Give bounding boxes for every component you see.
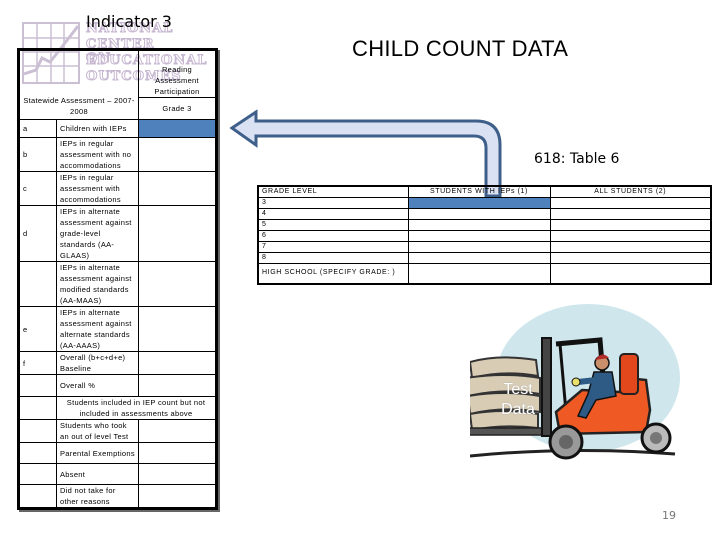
row-label: IEPs in regular assessment with accommod…	[56, 171, 139, 206]
row-letter	[18, 463, 57, 485]
row-value-cell[interactable]	[138, 442, 217, 464]
row-letter	[18, 419, 57, 443]
grade-cell: 7	[257, 241, 409, 253]
table-row: a Children with IEPs	[18, 119, 217, 138]
header-grade-level: GRADE LEVEL	[257, 185, 409, 198]
all-count-cell[interactable]	[549, 208, 712, 220]
row-letter: e	[18, 306, 57, 352]
indicator-title: Indicator 3	[86, 12, 172, 31]
grade-cell: 8	[257, 252, 409, 264]
row-value-cell[interactable]	[138, 137, 217, 172]
row-value-cell[interactable]	[138, 205, 217, 262]
grade-cell: 4	[257, 208, 409, 220]
table-row: d IEPs in alternate assessment against g…	[18, 205, 217, 262]
table-row: f Overall (b+c+d+e) Baseline	[18, 351, 217, 375]
table-row: b IEPs in regular assessment with no acc…	[18, 137, 217, 172]
row-letter	[18, 374, 57, 397]
table-row: Parental Exemptions	[18, 442, 217, 464]
test-data-label: Test Data	[493, 380, 543, 420]
grade-cell: 5	[257, 219, 409, 231]
iep-count-cell[interactable]	[407, 263, 551, 284]
row-letter: f	[18, 351, 57, 375]
row-value-cell[interactable]	[138, 119, 217, 138]
row-label: IEPs in alternate assessment against mod…	[56, 261, 139, 307]
table6-label: 618: Table 6	[534, 151, 620, 167]
span-row-label: Students included in IEP count but not i…	[56, 396, 217, 420]
table-row: HIGH SCHOOL (SPECIFY GRADE: )	[257, 263, 712, 284]
span-row-blank	[18, 396, 57, 420]
all-count-cell[interactable]	[549, 241, 712, 253]
row-value-cell[interactable]	[138, 484, 217, 509]
iep-count-cell[interactable]	[407, 252, 551, 264]
table-row: 5	[257, 219, 712, 231]
table-row: Students who took an out of level Test	[18, 419, 217, 443]
row-value-cell[interactable]	[138, 374, 217, 397]
row-value-cell[interactable]	[138, 261, 217, 307]
assessment-participation-table: Statewide Assessment – 2007-2008 Reading…	[17, 48, 218, 510]
row-label: Did not take for other reasons	[56, 484, 139, 509]
test-data-line-1: Test	[503, 381, 533, 398]
table-row: 4	[257, 208, 712, 220]
header-row-top: Statewide Assessment – 2007-2008 Reading…	[18, 49, 217, 120]
table-row: Overall %	[18, 374, 217, 397]
iep-count-cell[interactable]	[407, 197, 551, 209]
test-data-line-2: Data	[501, 401, 535, 418]
header-grade: Grade 3	[138, 97, 217, 120]
table-row: Absent	[18, 463, 217, 485]
all-count-cell[interactable]	[549, 197, 712, 209]
row-label: Students who took an out of level Test	[56, 419, 139, 443]
row-letter: d	[18, 205, 57, 262]
header-reading-participation: Reading Assessment Participation	[138, 49, 217, 98]
grade-cell: 6	[257, 230, 409, 242]
row-letter	[18, 442, 57, 464]
all-count-cell[interactable]	[549, 263, 712, 284]
row-value-cell[interactable]	[138, 419, 217, 443]
span-row: Students included in IEP count but not i…	[18, 396, 217, 420]
row-label: IEPs in regular assessment with no accom…	[56, 137, 139, 172]
grade-cell: HIGH SCHOOL (SPECIFY GRADE: )	[257, 263, 409, 284]
iep-count-cell[interactable]	[407, 219, 551, 231]
row-label: IEPs in alternate assessment against alt…	[56, 306, 139, 352]
table-row: c IEPs in regular assessment with accomm…	[18, 171, 217, 206]
grade-cell: 3	[257, 197, 409, 209]
header-students-with-ieps: STUDENTS WITH IEPs (1)	[407, 185, 551, 198]
table6-child-count: GRADE LEVEL STUDENTS WITH IEPs (1) ALL S…	[257, 185, 712, 285]
all-count-cell[interactable]	[549, 230, 712, 242]
row-letter	[18, 484, 57, 509]
row-label: Overall %	[56, 374, 139, 397]
row-letter: b	[18, 137, 57, 172]
table-row: Did not take for other reasons	[18, 484, 217, 509]
row-value-cell[interactable]	[138, 351, 217, 375]
table-row: 6	[257, 230, 712, 242]
iep-count-cell[interactable]	[407, 241, 551, 253]
row-label: Absent	[56, 463, 139, 485]
table-row: 8	[257, 252, 712, 264]
row-letter: a	[18, 119, 57, 138]
table-row: 7	[257, 241, 712, 253]
iep-count-cell[interactable]	[407, 230, 551, 242]
header-all-students: ALL STUDENTS (2)	[549, 185, 712, 198]
row-label: Children with IEPs	[56, 119, 139, 138]
header-statewide-assessment: Statewide Assessment – 2007-2008	[18, 49, 139, 120]
page-number: 19	[662, 509, 676, 522]
header-row: GRADE LEVEL STUDENTS WITH IEPs (1) ALL S…	[257, 185, 712, 198]
all-count-cell[interactable]	[549, 219, 712, 231]
row-value-cell[interactable]	[138, 171, 217, 206]
table-row: IEPs in alternate assessment against mod…	[18, 261, 217, 307]
page-title: CHILD COUNT DATA	[352, 36, 569, 61]
table-row: e IEPs in alternate assessment against a…	[18, 306, 217, 352]
all-count-cell[interactable]	[549, 252, 712, 264]
table-row: 3	[257, 197, 712, 209]
row-letter	[18, 261, 57, 307]
iep-count-cell[interactable]	[407, 208, 551, 220]
row-label: IEPs in alternate assessment against gra…	[56, 205, 139, 262]
row-letter: c	[18, 171, 57, 206]
row-label: Parental Exemptions	[56, 442, 139, 464]
row-value-cell[interactable]	[138, 463, 217, 485]
row-label: Overall (b+c+d+e) Baseline	[56, 351, 139, 375]
row-value-cell[interactable]	[138, 306, 217, 352]
